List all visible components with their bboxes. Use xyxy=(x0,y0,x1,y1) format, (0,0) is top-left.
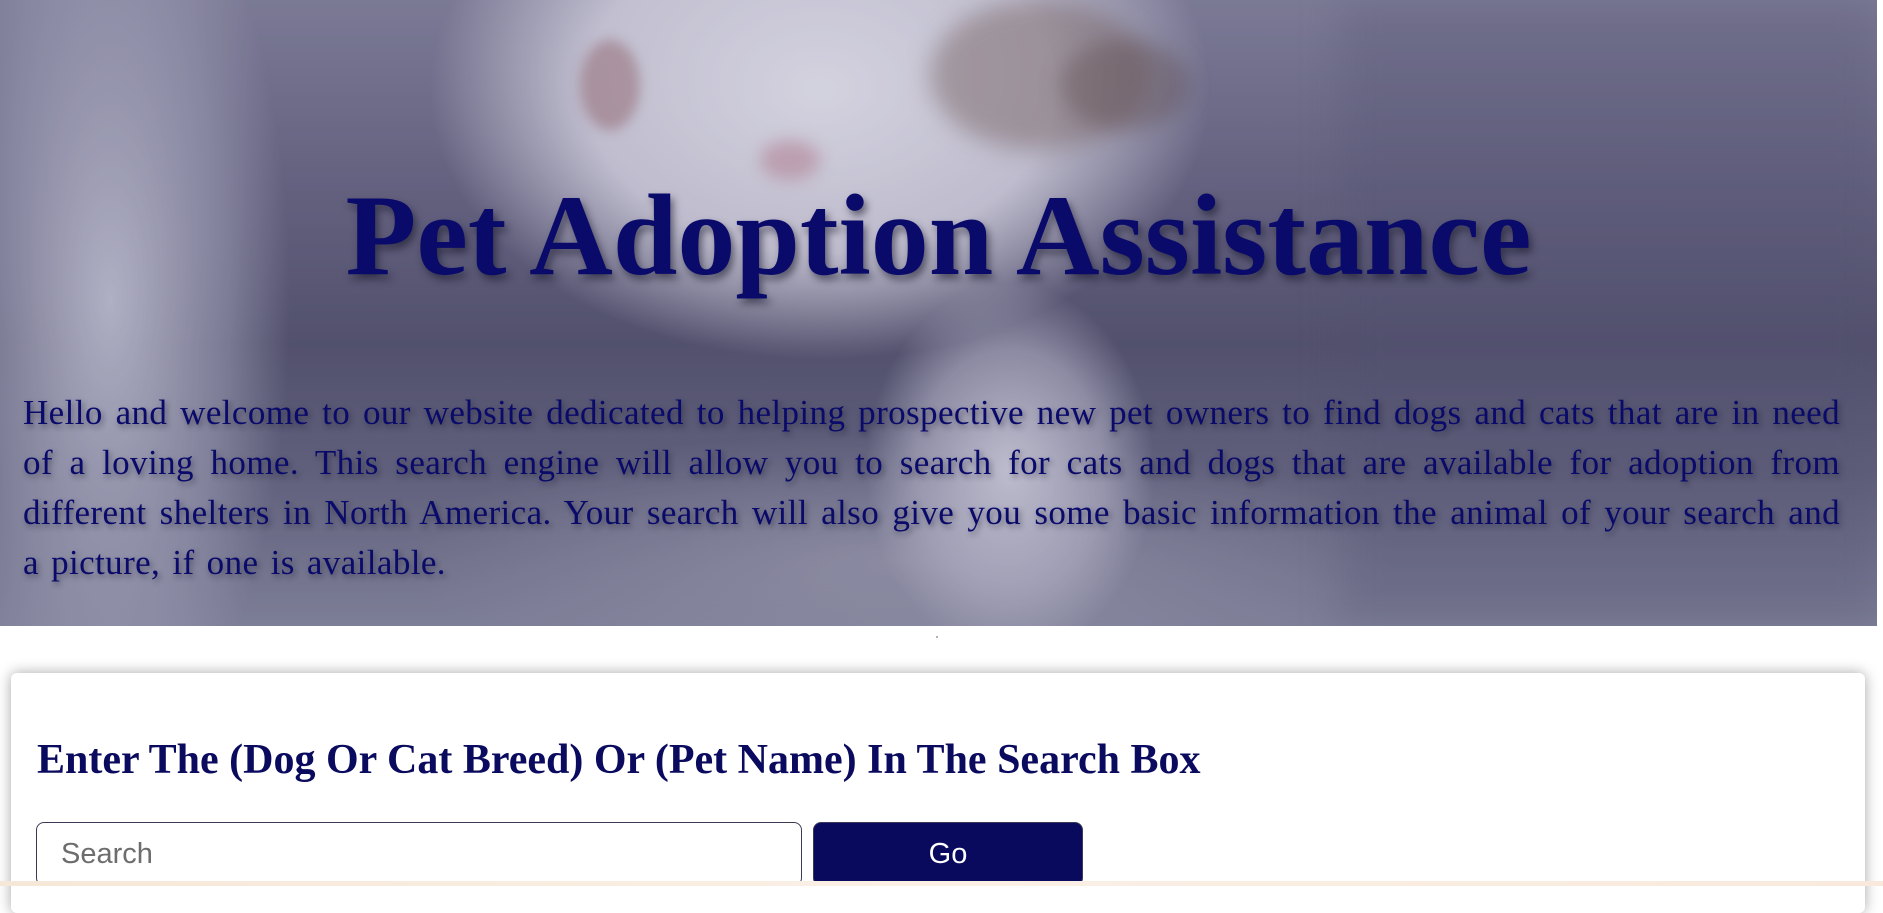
welcome-text: Hello and welcome to our website dedicat… xyxy=(23,393,1840,582)
hero-image-dog-tag xyxy=(580,40,640,130)
hero-image-dog-fur-spot xyxy=(1060,40,1190,130)
hero-banner: Pet Adoption Assistance Hello and welcom… xyxy=(0,0,1877,626)
bottom-edge xyxy=(0,881,1883,886)
divider-dot xyxy=(936,636,938,638)
search-card: Enter The (Dog Or Cat Breed) Or (Pet Nam… xyxy=(11,673,1865,913)
search-heading: Enter The (Dog Or Cat Breed) Or (Pet Nam… xyxy=(37,737,1201,783)
go-button[interactable]: Go xyxy=(813,822,1083,886)
page-title: Pet Adoption Assistance xyxy=(345,172,1532,300)
search-input[interactable] xyxy=(36,822,802,886)
